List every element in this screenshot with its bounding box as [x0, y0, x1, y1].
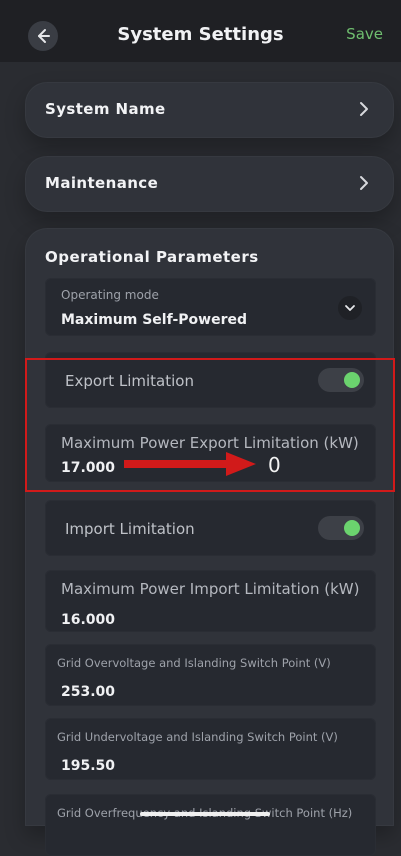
home-indicator — [140, 812, 270, 816]
system-name-row[interactable]: System Name — [25, 82, 394, 138]
page-title: System Settings — [117, 24, 284, 45]
max-import-value: 16.000 — [61, 612, 116, 628]
dropdown-button[interactable] — [338, 296, 362, 320]
grid-overvoltage-value: 253.00 — [61, 684, 116, 700]
toggle-knob — [344, 520, 360, 536]
chevron-right-icon — [360, 176, 368, 190]
operating-mode-label: Operating mode — [61, 288, 159, 302]
max-import-field[interactable]: Maximum Power Import Limitation (kW) 16.… — [45, 570, 376, 632]
save-button[interactable]: Save — [346, 25, 383, 43]
maintenance-row[interactable]: Maintenance — [25, 156, 394, 212]
panel-title: Operational Parameters — [45, 248, 259, 266]
chevron-down-icon — [345, 305, 355, 311]
grid-undervoltage-field[interactable]: Grid Undervoltage and Islanding Switch P… — [45, 718, 376, 780]
import-limitation-row: Import Limitation — [45, 500, 376, 556]
grid-undervoltage-value: 195.50 — [61, 758, 116, 774]
operating-mode-select[interactable]: Operating mode Maximum Self-Powered — [45, 278, 376, 336]
annotation-arrow — [124, 452, 256, 476]
operational-parameters-panel: Operational Parameters Operating mode Ma… — [25, 228, 394, 856]
grid-undervoltage-label: Grid Undervoltage and Islanding Switch P… — [57, 730, 338, 744]
import-limitation-label: Import Limitation — [65, 520, 195, 538]
grid-overvoltage-field[interactable]: Grid Overvoltage and Islanding Switch Po… — [45, 644, 376, 706]
annotation-new-value: 0 — [268, 453, 281, 477]
operating-mode-value: Maximum Self-Powered — [61, 312, 247, 328]
app-header: System Settings Save — [0, 0, 401, 62]
system-name-label: System Name — [45, 100, 166, 118]
import-limitation-toggle[interactable] — [318, 516, 364, 540]
chevron-right-icon — [360, 102, 368, 116]
max-import-label: Maximum Power Import Limitation (kW) — [61, 580, 360, 598]
maintenance-label: Maintenance — [45, 174, 159, 192]
grid-overvoltage-label: Grid Overvoltage and Islanding Switch Po… — [57, 656, 331, 670]
grid-overfrequency-field[interactable]: Grid Overfrequency and Islanding Switch … — [45, 794, 376, 856]
